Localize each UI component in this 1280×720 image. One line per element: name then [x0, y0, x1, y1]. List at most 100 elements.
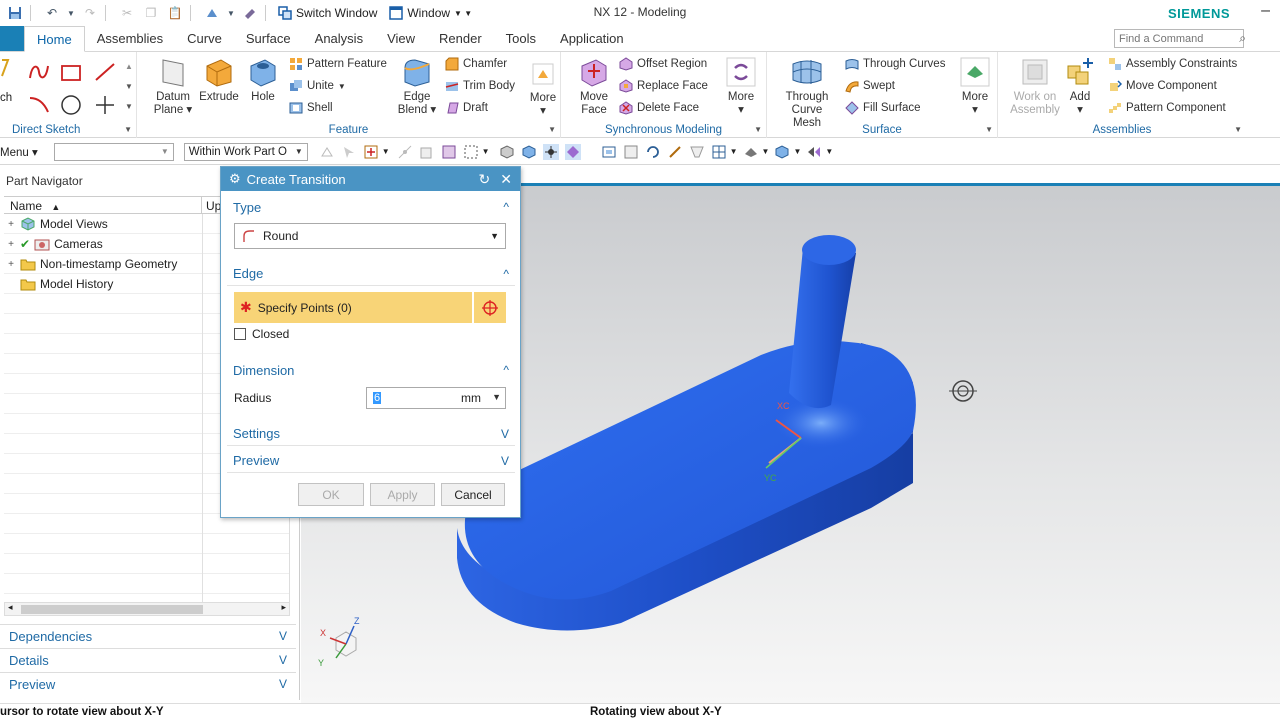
- closed-checkbox-row[interactable]: Closed: [234, 327, 289, 341]
- replace-face-button[interactable]: Replace Face: [619, 76, 708, 96]
- face-snap-icon[interactable]: [564, 143, 581, 160]
- section-preview-header[interactable]: Preview V: [227, 449, 515, 473]
- pattern-feature-button[interactable]: Pattern Feature: [289, 54, 387, 74]
- group-options-icon[interactable]: ▼: [754, 125, 762, 134]
- tab-curve[interactable]: Curve: [175, 26, 234, 51]
- dropdown-icon[interactable]: ▼: [492, 392, 501, 402]
- cancel-button[interactable]: Cancel: [441, 483, 505, 506]
- tab-home[interactable]: Home: [24, 26, 85, 52]
- arc-icon[interactable]: [28, 94, 50, 114]
- tab-render[interactable]: Render: [427, 26, 494, 51]
- work-on-assembly-button[interactable]: Work on Assembly: [1010, 56, 1060, 117]
- move-component-button[interactable]: Move Component: [1108, 76, 1217, 96]
- rotate-icon[interactable]: [645, 144, 661, 160]
- fit-view-icon[interactable]: [601, 144, 617, 160]
- horizontal-scrollbar[interactable]: ◂ ▸: [4, 602, 290, 616]
- solid-body-icon[interactable]: [499, 144, 515, 160]
- selection-scope-select[interactable]: Within Work Part O ▼: [183, 142, 308, 161]
- through-curves-button[interactable]: Through Curves: [845, 54, 945, 74]
- point-snap-icon[interactable]: [397, 144, 413, 160]
- cut-icon[interactable]: ✂: [118, 4, 136, 22]
- point-icon[interactable]: [94, 94, 116, 116]
- touch-mode-icon[interactable]: [241, 4, 259, 22]
- sheet-body-icon[interactable]: [521, 144, 537, 160]
- radius-value[interactable]: 6: [373, 392, 382, 404]
- delete-face-button[interactable]: Delete Face: [619, 98, 699, 118]
- copy-icon[interactable]: ❐: [142, 4, 160, 22]
- tab-view[interactable]: View: [375, 26, 427, 51]
- dropdown-icon[interactable]: ▼: [67, 4, 75, 22]
- tab-application[interactable]: Application: [548, 26, 636, 51]
- sync-more-button[interactable]: More ▾: [717, 56, 765, 117]
- specify-points-row[interactable]: ✱ Specify Points (0): [234, 292, 472, 323]
- move-face-button[interactable]: Move Face: [570, 56, 618, 117]
- sketch-label[interactable]: ch: [0, 92, 12, 104]
- minimize-icon[interactable]: –: [1261, 2, 1270, 20]
- section-edge-header[interactable]: Edge ^: [227, 262, 515, 286]
- chamfer-button[interactable]: Chamfer: [445, 54, 507, 74]
- gallery-expand-icon[interactable]: ▼: [125, 102, 133, 111]
- assembly-constraints-button[interactable]: Assembly Constraints: [1108, 54, 1237, 74]
- expand-icon[interactable]: +: [6, 259, 16, 270]
- vertex-snap-icon[interactable]: [542, 143, 559, 160]
- expand-icon[interactable]: +: [6, 219, 16, 230]
- through-curve-mesh-button[interactable]: Through Curve Mesh: [777, 56, 837, 130]
- add-select-icon[interactable]: [363, 144, 379, 160]
- dialog-title-bar[interactable]: ⚙ Create Transition ↻ ✕: [221, 167, 520, 191]
- redo-icon[interactable]: ↷: [81, 4, 99, 22]
- reset-icon[interactable]: ↻: [479, 171, 491, 188]
- dropdown-icon[interactable]: ▼: [382, 147, 390, 156]
- close-icon[interactable]: ✕: [500, 171, 512, 188]
- swept-button[interactable]: Swept: [845, 76, 895, 96]
- transition-type-select[interactable]: Round ▼: [234, 223, 506, 249]
- dropdown-icon[interactable]: ▼: [793, 147, 801, 156]
- tab-assemblies[interactable]: Assemblies: [85, 26, 175, 51]
- tree-item-non-timestamp-geometry[interactable]: + Non-timestamp Geometry: [6, 254, 177, 274]
- tree-item-model-views[interactable]: + Model Views: [6, 214, 108, 234]
- feature-more-button[interactable]: More ▾: [519, 92, 567, 118]
- panel-dependencies[interactable]: Dependencies V: [0, 624, 296, 648]
- group-options-icon[interactable]: ▼: [124, 125, 132, 134]
- save-icon[interactable]: [6, 4, 24, 22]
- command-search-input[interactable]: [1114, 29, 1244, 48]
- perspective-icon[interactable]: [689, 144, 705, 160]
- dropdown-icon[interactable]: ▼: [482, 147, 490, 156]
- feature-snap-icon[interactable]: [419, 144, 435, 160]
- dropdown-icon[interactable]: ▼: [227, 4, 235, 22]
- section-type-header[interactable]: Type ^: [227, 195, 515, 219]
- clip-section-icon[interactable]: [774, 144, 790, 160]
- scroll-left-icon[interactable]: ◂: [8, 602, 13, 613]
- tree-item-model-history[interactable]: Model History: [6, 274, 113, 294]
- box-select-icon[interactable]: [463, 144, 479, 160]
- point-dialog-button[interactable]: [474, 292, 506, 323]
- tab-surface[interactable]: Surface: [234, 26, 303, 51]
- search-icon[interactable]: ⌕: [1239, 31, 1246, 46]
- scroll-up-icon[interactable]: ▲: [125, 62, 133, 71]
- switch-window-button[interactable]: Switch Window: [272, 6, 383, 20]
- hole-button[interactable]: Hole: [239, 56, 287, 104]
- section-settings-header[interactable]: Settings V: [227, 422, 515, 446]
- shell-button[interactable]: Shell: [289, 98, 333, 118]
- show-hide-icon[interactable]: [806, 144, 822, 160]
- undo-icon[interactable]: ↶: [43, 4, 61, 22]
- group-options-icon[interactable]: ▼: [985, 125, 993, 134]
- zoom-icon[interactable]: [623, 144, 639, 160]
- closed-checkbox[interactable]: [234, 328, 246, 340]
- panel-preview[interactable]: Preview V: [0, 672, 296, 696]
- render-style-icon[interactable]: [743, 144, 759, 160]
- apply-button[interactable]: Apply: [370, 483, 435, 506]
- radius-input[interactable]: 6 mm ▼: [366, 387, 506, 409]
- extrude-button[interactable]: Extrude: [195, 56, 243, 104]
- arrow-select-icon[interactable]: [341, 144, 357, 160]
- trim-body-button[interactable]: Trim Body: [445, 76, 515, 96]
- fill-surface-button[interactable]: Fill Surface: [845, 98, 921, 118]
- datum-plane-button[interactable]: Datum Plane ▾: [149, 56, 197, 117]
- circle-icon[interactable]: [60, 94, 82, 116]
- cylinder-top-face[interactable]: [802, 235, 856, 265]
- window-menu-button[interactable]: Window ▼ ▼: [383, 6, 478, 20]
- rectangle-icon[interactable]: [60, 64, 82, 82]
- ok-button[interactable]: OK: [298, 483, 364, 506]
- tab-analysis[interactable]: Analysis: [303, 26, 375, 51]
- studio-spline-icon[interactable]: [28, 62, 50, 82]
- sketch-icon[interactable]: [0, 58, 10, 78]
